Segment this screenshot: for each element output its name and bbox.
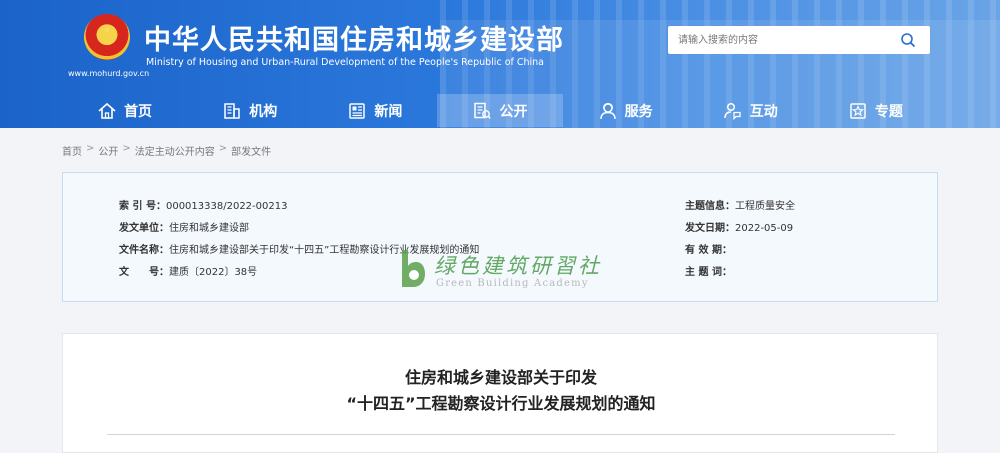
article-panel: 住房和城乡建设部关于印发 “十四五”工程勘察设计行业发展规划的通知 xyxy=(62,333,938,453)
article-title-line-2: “十四五”工程勘察设计行业发展规划的通知 xyxy=(346,394,656,413)
index-number-label: 索 引 号： xyxy=(119,201,166,212)
site-title[interactable]: 中华人民共和国住房和城乡建设部 xyxy=(144,18,564,57)
breadcrumb: 首页 > 公开 > 法定主动公开内容 > 部发文件 xyxy=(62,143,271,158)
service-icon xyxy=(599,102,616,119)
topic-icon xyxy=(850,102,866,119)
validity-row: 有 效 期： xyxy=(685,241,732,256)
issuer-value: 住房和城乡建设部 xyxy=(169,223,249,234)
nav-label: 新闻 xyxy=(374,103,403,120)
watermark-english-text: Green Building Academy xyxy=(436,278,589,289)
main-nav: 首页 机构 新闻 公开 服务 互动 专题 xyxy=(62,94,938,127)
building-icon xyxy=(224,102,240,119)
index-number-value: 000013338/2022-00213 xyxy=(165,201,288,212)
issuer-row: 发文单位：住房和城乡建设部 xyxy=(119,219,249,234)
search-box xyxy=(668,26,930,54)
search-icon[interactable] xyxy=(900,32,916,48)
search-input[interactable] xyxy=(678,32,888,48)
document-icon xyxy=(474,102,492,119)
issue-date-value: 2022-05-09 xyxy=(735,223,794,234)
nav-label: 公开 xyxy=(499,103,528,120)
nav-item-home[interactable]: 首页 xyxy=(62,94,187,127)
interaction-icon xyxy=(724,102,741,120)
breadcrumb-separator: > xyxy=(218,143,228,154)
issue-date-label: 发文日期： xyxy=(685,223,735,234)
index-number-row: 索 引 号：000013338/2022-00213 xyxy=(119,197,287,212)
nav-item-interaction[interactable]: 互动 xyxy=(688,94,813,127)
breadcrumb-separator: > xyxy=(122,143,131,154)
nav-label: 机构 xyxy=(249,103,278,120)
topic-row: 主题信息：工程质量安全 xyxy=(685,197,795,212)
breadcrumb-statutory[interactable]: 法定主动公开内容 xyxy=(135,143,215,158)
topic-value: 工程质量安全 xyxy=(735,201,795,212)
news-icon xyxy=(349,102,366,119)
document-name-label: 文件名称： xyxy=(119,245,169,256)
nav-item-organization[interactable]: 机构 xyxy=(187,94,312,127)
breadcrumb-ministry-documents[interactable]: 部发文件 xyxy=(231,143,271,158)
nav-item-news[interactable]: 新闻 xyxy=(312,94,437,127)
article-title-line-1: 住房和城乡建设部关于印发 xyxy=(404,368,597,387)
site-url: www.mohurd.gov.cn xyxy=(68,69,150,78)
nav-item-topic[interactable]: 专题 xyxy=(813,94,938,127)
document-number-value: 建质〔2022〕38号 xyxy=(169,267,258,278)
nav-label: 首页 xyxy=(124,103,153,120)
watermark-chinese-text: 绿色建筑研習社 xyxy=(434,254,602,278)
nav-item-service[interactable]: 服务 xyxy=(563,94,688,127)
article-divider xyxy=(107,434,895,435)
home-icon xyxy=(98,102,116,119)
document-number-label: 文 号： xyxy=(119,267,169,278)
nav-label: 专题 xyxy=(874,103,903,120)
breadcrumb-public[interactable]: 公开 xyxy=(98,143,118,158)
breadcrumb-separator: > xyxy=(86,143,95,154)
topic-label: 主题信息： xyxy=(685,201,735,212)
breadcrumb-home[interactable]: 首页 xyxy=(62,143,82,158)
site-subtitle: Ministry of Housing and Urban-Rural Deve… xyxy=(146,57,545,68)
validity-label: 有 效 期： xyxy=(685,245,732,256)
issuer-label: 发文单位： xyxy=(119,223,169,234)
issue-date-row: 发文日期：2022-05-09 xyxy=(685,219,793,234)
nav-item-public[interactable]: 公开 xyxy=(437,94,563,127)
watermark: 绿色建筑研習社 Green Building Academy xyxy=(398,248,638,296)
keywords-row: 主 题 词： xyxy=(685,263,732,278)
document-number-row: 文 号：建质〔2022〕38号 xyxy=(119,263,257,278)
watermark-logo-icon xyxy=(402,250,425,287)
nav-label: 服务 xyxy=(624,103,653,120)
keywords-label: 主 题 词： xyxy=(685,267,732,278)
site-header: www.mohurd.gov.cn 中华人民共和国住房和城乡建设部 Minist… xyxy=(0,0,1000,128)
nav-label: 互动 xyxy=(749,103,778,120)
national-emblem-icon xyxy=(84,14,130,60)
